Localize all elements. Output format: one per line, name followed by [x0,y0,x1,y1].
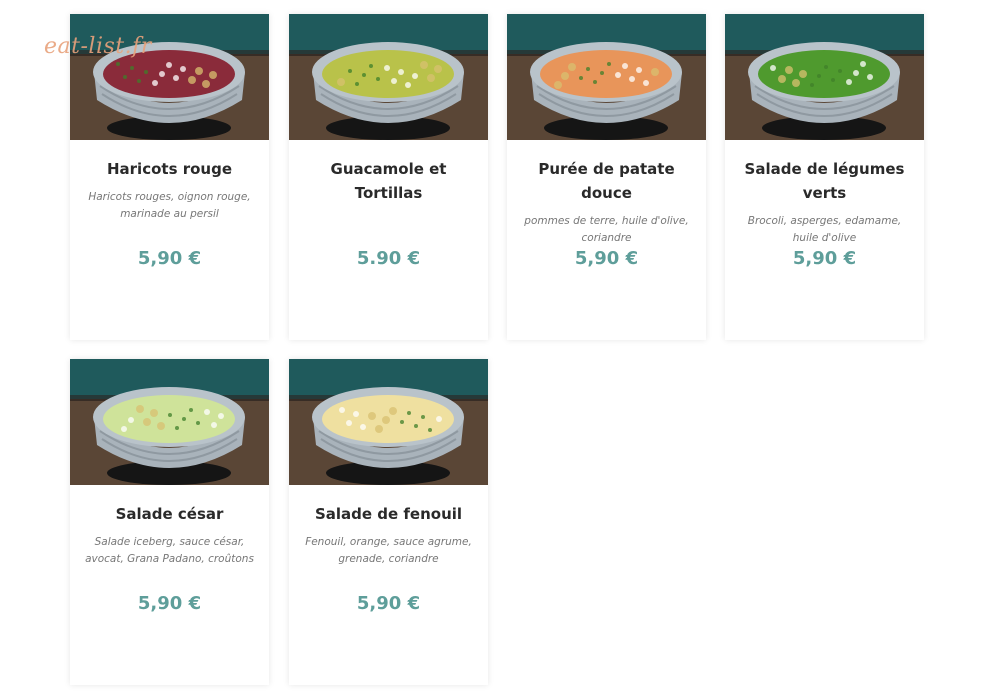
menu-card-guacamole[interactable]: Guacamole et Tortillas 5.90 € [289,14,488,340]
green-salad-bowl-icon [725,14,924,140]
item-title: Salade de fenouil [314,505,463,523]
item-description: Fenouil, orange, sauce agrume, grenade, … [305,536,472,565]
item-description: Haricots rouges, oignon rouge, marinade … [88,191,251,220]
item-description: pommes de terre, huile d'olive, coriandr… [524,215,689,244]
item-title: Salade césar [115,505,224,523]
item-price: 5,90 € [792,248,857,269]
item-price: 5,90 € [574,248,639,269]
menu-card-salade-fenouil[interactable]: Salade de fenouil Fenouil, orange, sauce… [289,359,488,685]
item-price: 5,90 € [137,248,202,269]
menu-card-salade-legumes-verts[interactable]: Salade de légumes verts Brocoli, asperge… [725,14,924,340]
item-description: Salade iceberg, sauce césar, avocat, Gra… [85,536,254,565]
item-title: Salade de légumes verts [744,160,905,202]
caesar-salad-bowl-icon [70,359,269,485]
item-title: Guacamole et Tortillas [330,160,447,202]
item-price: 5,90 € [137,593,202,614]
puree-bowl-icon [507,14,706,140]
fennel-salad-bowl-icon [289,359,488,485]
item-title: Purée de patate douce [538,160,675,202]
menu-card-puree[interactable]: Purée de patate douce pommes de terre, h… [507,14,706,340]
menu-card-haricots-rouge[interactable]: Haricots rouge Haricots rouges, oignon r… [70,14,269,340]
guacamole-bowl-icon [289,14,488,140]
item-price: 5,90 € [356,593,421,614]
watermark: eat-list.fr [44,34,152,59]
item-price: 5.90 € [356,248,421,269]
item-description: Brocoli, asperges, edamame, huile d'oliv… [747,215,902,244]
item-title: Haricots rouge [106,160,233,178]
red-bean-bowl-icon [70,14,269,140]
menu-card-salade-cesar[interactable]: Salade césar Salade iceberg, sauce césar… [70,359,269,685]
